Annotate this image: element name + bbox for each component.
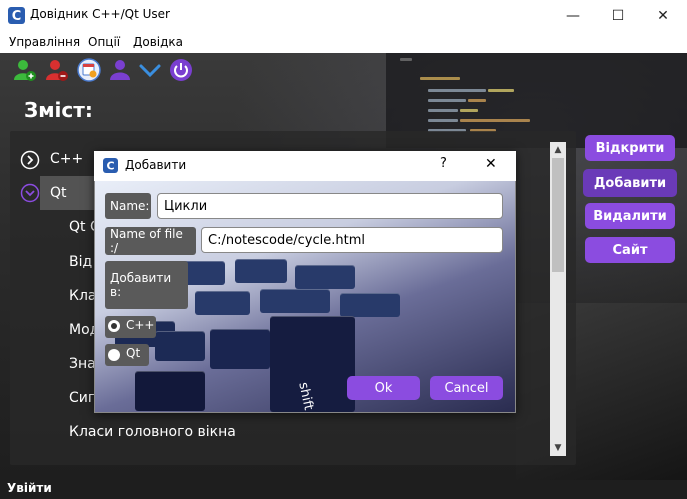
user-manager-icon[interactable]	[107, 57, 133, 83]
code-line	[468, 99, 486, 102]
file-label: Name of file :/	[105, 227, 196, 255]
code-line	[428, 119, 458, 122]
window-title: Довідник C++/Qt User	[30, 7, 170, 21]
collapse-arrow-icon[interactable]	[20, 183, 40, 203]
tree-item[interactable]: Класи головного вікна	[69, 424, 236, 440]
contents-title: Зміст:	[24, 98, 93, 122]
tree-item[interactable]: Від	[69, 254, 92, 270]
user-add-icon[interactable]	[12, 57, 38, 83]
scroll-down-icon[interactable]: ▼	[552, 442, 564, 454]
login-status-link[interactable]: Увійти	[7, 481, 52, 495]
tree-item-qt[interactable]: Qt	[50, 185, 67, 201]
tree-item[interactable]: Сиг	[69, 390, 95, 406]
radio-cpp[interactable]	[108, 320, 120, 332]
keyboard-key	[295, 265, 355, 289]
code-line	[460, 109, 478, 112]
radio-qt[interactable]	[108, 349, 120, 361]
keyboard-key	[210, 329, 270, 369]
menu-help[interactable]: Довідка	[133, 35, 183, 49]
dialog-title: Добавити	[125, 158, 187, 172]
keyboard-key	[235, 259, 287, 283]
code-line	[488, 89, 514, 92]
maximize-button[interactable]: ☐	[595, 0, 641, 31]
svg-text:C: C	[106, 160, 114, 173]
close-button[interactable]: ✕	[640, 0, 686, 31]
scroll-up-icon[interactable]: ▲	[552, 144, 564, 156]
open-button[interactable]: Відкрити	[585, 135, 675, 161]
user-remove-icon[interactable]	[44, 57, 70, 83]
chevron-down-icon[interactable]	[137, 57, 163, 83]
keyboard-key	[195, 291, 250, 315]
file-path-field[interactable]: C:/notescode/cycle.html	[201, 227, 503, 253]
radio-qt-label: Qt	[126, 346, 141, 360]
keyboard-key	[135, 371, 205, 411]
code-line	[460, 119, 530, 122]
tree-item-cpp[interactable]: C++	[50, 151, 83, 167]
radio-cpp-label: C++	[126, 318, 155, 332]
add-button[interactable]: Добавити	[583, 169, 677, 197]
delete-button[interactable]: Видалити	[585, 203, 675, 229]
calendar-settings-icon[interactable]	[76, 57, 102, 83]
dialog-close-button[interactable]: ✕	[485, 156, 497, 172]
tree-item[interactable]: Кла	[69, 288, 96, 304]
ok-button[interactable]: Ok	[347, 376, 420, 400]
name-label: Name:	[105, 193, 151, 219]
menu-options[interactable]: Опції	[88, 35, 120, 49]
help-button[interactable]: ?	[440, 156, 447, 171]
keyboard-key	[155, 331, 205, 361]
site-button[interactable]: Сайт	[585, 237, 675, 263]
add-to-label: Добавити в:	[105, 261, 188, 309]
code-line	[420, 77, 460, 80]
expand-arrow-icon[interactable]	[20, 150, 40, 170]
code-line	[400, 58, 412, 61]
name-field[interactable]: Цикли	[157, 193, 503, 219]
minimize-button[interactable]: —	[550, 0, 596, 31]
power-icon[interactable]	[168, 57, 194, 83]
dialog-logo-icon: C	[103, 158, 118, 173]
cancel-button[interactable]: Cancel	[430, 376, 503, 400]
code-line	[428, 89, 486, 92]
menu-manage[interactable]: Управління	[9, 35, 80, 49]
app-logo-icon: C	[8, 7, 25, 24]
code-line	[428, 109, 458, 112]
keyboard-key	[260, 289, 330, 313]
svg-text:C: C	[12, 9, 22, 24]
status-bar	[0, 480, 687, 499]
keyboard-key	[340, 293, 400, 317]
scrollbar-thumb[interactable]	[552, 158, 564, 272]
code-line	[428, 99, 466, 102]
